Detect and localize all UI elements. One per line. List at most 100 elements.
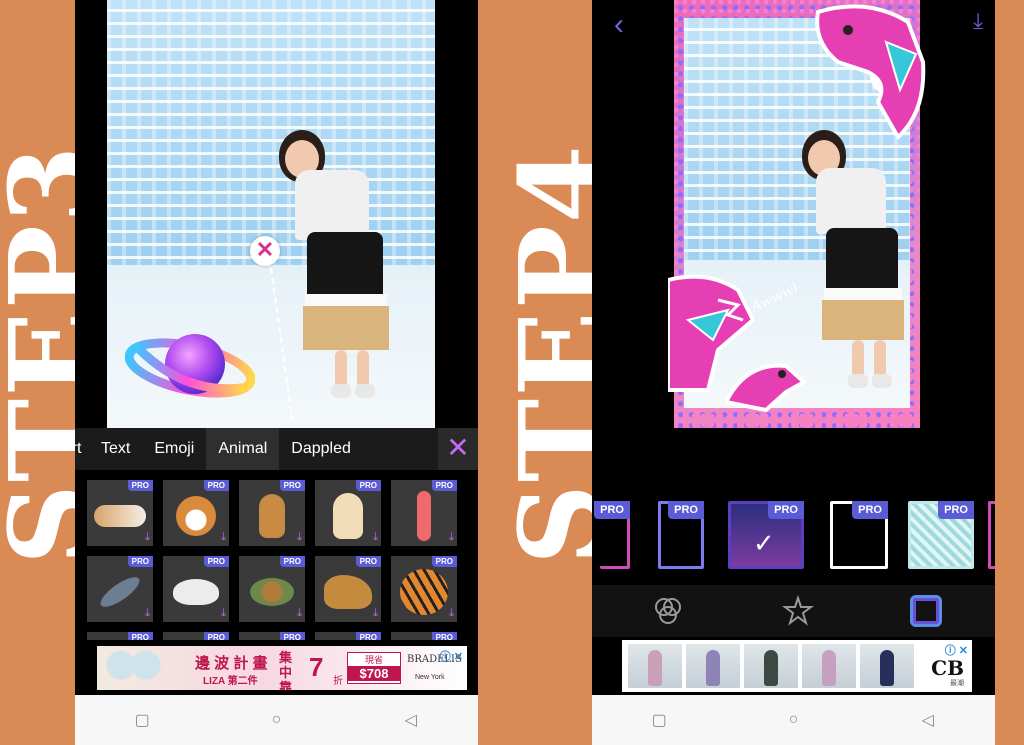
pro-badge: PRO bbox=[127, 632, 153, 640]
close-panel-icon[interactable]: ✕ bbox=[438, 428, 478, 470]
download-icon: ⤓ bbox=[145, 607, 150, 619]
sticker-category-tabs: Art Text Emoji Animal Dappled ✕ bbox=[75, 428, 478, 470]
pro-badge: PRO bbox=[852, 501, 888, 519]
ad-brand-sub: 最潮 bbox=[950, 680, 964, 687]
ad-headline: 邊 波 計 畫 bbox=[195, 655, 268, 672]
dinosaur-sticker bbox=[726, 363, 806, 412]
woman-figure bbox=[257, 130, 407, 410]
sticker-flamingo[interactable]: PRO ⤓ bbox=[391, 480, 457, 546]
ad-brand: CB bbox=[931, 656, 964, 680]
pro-badge: PRO bbox=[668, 501, 704, 519]
filter-icon[interactable] bbox=[652, 595, 684, 627]
frame-option-6[interactable] bbox=[988, 501, 995, 569]
sticker-corgi[interactable]: PRO ⤓ bbox=[163, 480, 229, 546]
tab-text[interactable]: Text bbox=[89, 428, 142, 470]
frame-option-2[interactable]: PRO bbox=[658, 501, 704, 569]
ad-discount-unit: 折 bbox=[333, 676, 343, 687]
sticker-icon[interactable] bbox=[782, 594, 814, 627]
pro-badge: PRO bbox=[203, 632, 229, 640]
sticker-lion[interactable]: PRO ⤓ bbox=[315, 556, 381, 622]
pro-badge: PRO bbox=[355, 556, 381, 567]
pro-badge: PRO bbox=[279, 480, 305, 491]
pro-badge: PRO bbox=[938, 501, 974, 519]
glitter-frame-overlay: Awwwl bbox=[668, 0, 926, 428]
editor-toolbar bbox=[592, 585, 995, 637]
ad-subline: LIZA 第二件 bbox=[203, 676, 258, 687]
frame-option-5[interactable]: PRO bbox=[908, 501, 974, 569]
sticker-sea-turtle[interactable]: PRO ⤓ bbox=[239, 556, 305, 622]
tab-art[interactable]: Art bbox=[75, 428, 89, 470]
pro-badge: PRO bbox=[127, 480, 153, 491]
pro-badge: PRO bbox=[431, 480, 457, 491]
download-icon: ⤓ bbox=[221, 607, 226, 619]
phone-screen-step3: ✕ Art Text Emoji Animal Dappled ✕ PRO ⤓ … bbox=[75, 0, 478, 745]
home-icon[interactable]: ○ bbox=[778, 711, 808, 729]
dinosaur-sticker bbox=[815, 4, 926, 141]
sticker-partial[interactable]: PRO bbox=[391, 632, 457, 640]
selected-check-icon: ✓ bbox=[753, 528, 775, 558]
pro-badge: PRO bbox=[279, 632, 305, 640]
frame-option-4[interactable]: PRO bbox=[830, 501, 888, 569]
ad-product-thumb bbox=[686, 644, 740, 688]
sticker-swan[interactable]: PRO ⤓ bbox=[163, 556, 229, 622]
sticker-delete-icon[interactable]: ✕ bbox=[250, 236, 280, 266]
download-icon: ⤓ bbox=[449, 607, 454, 619]
download-icon: ⤓ bbox=[297, 607, 302, 619]
ad-product-thumb bbox=[860, 644, 914, 688]
recent-apps-icon[interactable]: ▢ bbox=[127, 710, 157, 730]
frame-option-selected[interactable]: PRO ✓ bbox=[728, 501, 804, 569]
download-icon: ⤓ bbox=[449, 531, 454, 543]
sticker-partial[interactable]: PRO bbox=[163, 632, 229, 640]
ad-price-box: 現省 $708 bbox=[347, 652, 401, 684]
ad-product-image bbox=[103, 650, 163, 688]
download-icon: ⤓ bbox=[145, 531, 150, 543]
pro-badge: PRO bbox=[431, 556, 457, 567]
ad-banner[interactable]: CB 最潮 ⓘ ✕ bbox=[622, 640, 972, 692]
back-arrow-icon[interactable]: ‹ bbox=[614, 8, 624, 42]
download-icon: ⤓ bbox=[373, 607, 378, 619]
pro-badge: PRO bbox=[768, 501, 804, 519]
system-nav-bar: ▢ ○ ◁ bbox=[592, 695, 995, 745]
download-icon[interactable]: ⤓ bbox=[973, 8, 983, 34]
sticker-partial[interactable]: PRO bbox=[315, 632, 381, 640]
frame-option-1[interactable]: PRO bbox=[594, 501, 630, 569]
sticker-dolphin[interactable]: PRO ⤓ bbox=[87, 556, 153, 622]
sticker-partial[interactable]: PRO bbox=[87, 632, 153, 640]
sticker-partial[interactable]: PRO bbox=[239, 632, 305, 640]
sticker-cat[interactable]: PRO ⤓ bbox=[239, 480, 305, 546]
pro-badge: PRO bbox=[127, 556, 153, 567]
back-icon[interactable]: ◁ bbox=[396, 710, 426, 730]
tab-animal[interactable]: Animal bbox=[206, 428, 280, 470]
ad-choices-icon[interactable]: ⓘ ✕ bbox=[945, 642, 968, 658]
back-icon[interactable]: ◁ bbox=[913, 710, 943, 730]
ad-product-thumb bbox=[802, 644, 856, 688]
tab-dappled[interactable]: Dappled bbox=[279, 428, 363, 470]
ad-product-thumb bbox=[744, 644, 798, 688]
recent-apps-icon[interactable]: ▢ bbox=[644, 710, 674, 730]
ad-price-label: 現省 bbox=[364, 655, 383, 665]
pro-badge: PRO bbox=[203, 556, 229, 567]
ad-price: $708 bbox=[348, 666, 400, 681]
ad-banner[interactable]: 邊 波 計 畫 LIZA 第二件 集中靠拢 7 折 現省 $708 BRADEL… bbox=[97, 646, 467, 690]
ad-vertical-text: 集中靠拢 bbox=[279, 650, 293, 690]
home-icon[interactable]: ○ bbox=[261, 711, 291, 729]
ad-choices-icon[interactable]: ⓘ ✕ bbox=[440, 648, 463, 664]
sticker-cat-and-dog[interactable]: PRO ⤓ bbox=[87, 480, 153, 546]
pro-badge: PRO bbox=[203, 480, 229, 491]
phone-screen-step4: ‹ ⤓ Awwwl PRO PRO PRO ✓ PRO PRO CB 最潮 ⓘ … bbox=[592, 0, 995, 745]
pro-badge: PRO bbox=[355, 632, 381, 640]
ad-discount-number: 7 bbox=[309, 652, 324, 682]
tab-emoji[interactable]: Emoji bbox=[142, 428, 206, 470]
ad-brand-sub: New York bbox=[415, 674, 445, 681]
system-nav-bar: ▢ ○ ◁ bbox=[75, 695, 478, 745]
frame-icon[interactable] bbox=[910, 595, 942, 627]
download-icon: ⤓ bbox=[373, 531, 378, 543]
download-icon: ⤓ bbox=[297, 531, 302, 543]
sticker-tiger[interactable]: PRO ⤓ bbox=[391, 556, 457, 622]
planet-sticker[interactable] bbox=[125, 318, 255, 410]
sticker-puppy[interactable]: PRO ⤓ bbox=[315, 480, 381, 546]
pro-badge: PRO bbox=[594, 501, 630, 519]
ad-product-thumb bbox=[628, 644, 682, 688]
download-icon: ⤓ bbox=[221, 531, 226, 543]
pro-badge: PRO bbox=[279, 556, 305, 567]
